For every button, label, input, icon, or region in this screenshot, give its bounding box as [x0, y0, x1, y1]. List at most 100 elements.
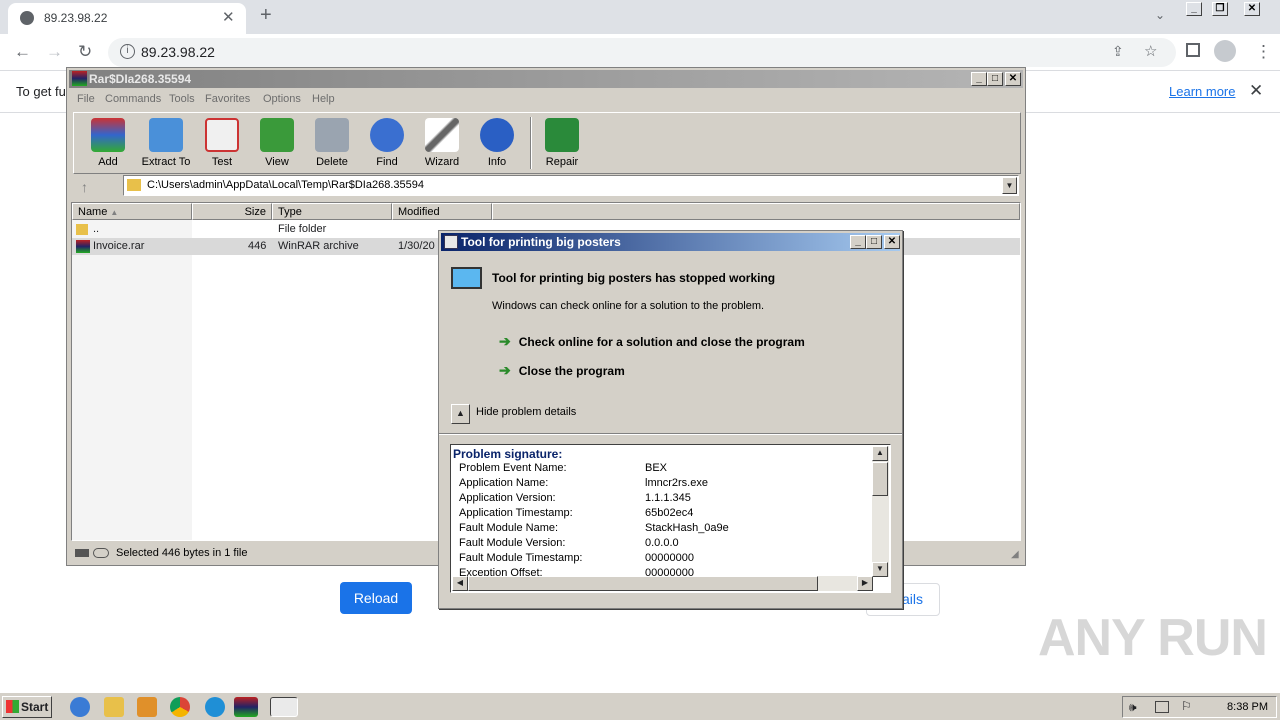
toolbar-separator — [530, 117, 532, 169]
close-icon[interactable]: ✕ — [1005, 72, 1021, 86]
winrar-taskbar-icon[interactable] — [234, 697, 258, 717]
menu-help[interactable]: Help — [312, 93, 335, 105]
error-dialog: Tool for printing big posters _ □ ✕ Tool… — [438, 230, 903, 609]
browser-tab[interactable]: 89.23.98.22 ✕ — [8, 3, 246, 34]
poster-tool-taskbar-icon[interactable] — [270, 697, 298, 717]
site-info-icon[interactable]: i — [120, 44, 135, 59]
winrar-titlebar[interactable]: Rar$DIa268.35594 _ □ ✕ — [69, 70, 1023, 88]
close-icon[interactable]: ✕ — [884, 235, 900, 249]
globe-icon — [20, 11, 34, 25]
network-icon[interactable] — [1155, 701, 1169, 713]
restore-icon[interactable]: ❐ — [1212, 2, 1228, 16]
add-button[interactable]: Add — [80, 116, 136, 172]
infobar-close-icon[interactable]: ✕ — [1249, 81, 1263, 101]
repair-button[interactable]: Repair — [534, 116, 590, 172]
tab-search-chevron-icon[interactable]: ⌄ — [1155, 8, 1165, 22]
problem-details-box[interactable]: Problem signature: Problem Event Name: BE… — [450, 444, 891, 593]
flag-icon[interactable]: ⚐ — [1181, 699, 1192, 713]
horizontal-scrollbar[interactable]: ◀ ▶ — [452, 576, 873, 591]
scroll-down-icon[interactable]: ▼ — [872, 562, 888, 577]
scroll-thumb-horizontal[interactable] — [468, 576, 818, 591]
error-heading: Tool for printing big posters has stoppe… — [492, 271, 776, 285]
volume-icon[interactable]: 🕪 — [1129, 700, 1137, 715]
scroll-thumb[interactable] — [872, 462, 888, 496]
scroll-right-icon[interactable]: ▶ — [857, 576, 873, 591]
test-button[interactable]: Test — [194, 116, 250, 172]
learn-more-link[interactable]: Learn more — [1169, 84, 1235, 99]
close-program-option[interactable]: ➔ Close the program — [499, 362, 625, 379]
column-header-name[interactable]: Name ▲ — [72, 203, 192, 220]
column-header-modified[interactable]: Modified — [392, 203, 492, 220]
extract-to-button[interactable]: Extract To — [138, 116, 194, 172]
extract-icon — [149, 118, 183, 152]
scroll-left-icon[interactable]: ◀ — [452, 576, 468, 591]
detail-value: 1.1.1.345 — [645, 492, 691, 504]
dropdown-arrow-icon[interactable]: ▼ — [1002, 177, 1017, 194]
browser-tab-strip: 89.23.98.22 ✕ + ⌄ _ ❐ ✕ — [0, 0, 1280, 34]
status-text: Selected 446 bytes in 1 file — [116, 547, 248, 559]
menu-tools[interactable]: Tools — [169, 93, 195, 105]
toggle-details-button[interactable]: ▲ — [451, 404, 470, 424]
profile-avatar[interactable] — [1214, 40, 1236, 62]
edge-icon[interactable] — [205, 697, 225, 717]
path-combobox[interactable]: C:\Users\admin\AppData\Local\Temp\Rar$DI… — [123, 175, 1019, 196]
dialog-titlebar[interactable]: Tool for printing big posters _ □ ✕ — [441, 233, 900, 251]
wizard-button[interactable]: Wizard — [414, 116, 470, 172]
column-header-size[interactable]: Size — [192, 203, 272, 220]
reload-icon[interactable]: ↻ — [78, 42, 92, 62]
minimize-icon[interactable]: _ — [971, 72, 987, 86]
drive-icon — [75, 549, 89, 557]
scroll-up-icon[interactable]: ▲ — [872, 446, 888, 461]
tab-close-icon[interactable]: ✕ — [222, 8, 235, 26]
detail-key: Application Name: — [459, 477, 549, 489]
key-icon[interactable] — [93, 548, 109, 558]
url-text: 89.23.98.22 — [141, 44, 215, 60]
clock[interactable]: 8:38 PM — [1227, 701, 1268, 713]
forward-icon[interactable]: → — [46, 42, 63, 62]
menu-favorites[interactable]: Favorites — [205, 93, 250, 105]
tab-title: 89.23.98.22 — [44, 11, 108, 25]
chrome-icon[interactable] — [170, 697, 190, 717]
explorer-icon[interactable] — [104, 697, 124, 717]
resize-grip-icon[interactable]: ◢ — [1011, 549, 1019, 560]
find-button[interactable]: Find — [359, 116, 415, 172]
ie-icon[interactable] — [70, 697, 90, 717]
side-panel-icon[interactable] — [1186, 43, 1200, 57]
delete-button[interactable]: Delete — [304, 116, 360, 172]
folder-icon — [127, 179, 141, 191]
test-icon — [205, 118, 239, 152]
view-button[interactable]: View — [249, 116, 305, 172]
reload-button[interactable]: Reload — [340, 582, 412, 614]
app-icon — [444, 235, 458, 249]
detail-value: lmncr2rs.exe — [645, 477, 708, 489]
trash-icon — [315, 118, 349, 152]
bookmark-star-icon[interactable]: ☆ — [1144, 42, 1157, 60]
minimize-icon[interactable]: _ — [850, 235, 866, 249]
menu-options[interactable]: Options — [263, 93, 301, 105]
close-window-icon[interactable]: ✕ — [1244, 2, 1260, 16]
back-icon[interactable]: ← — [14, 42, 31, 62]
detail-key: Problem Event Name: — [459, 462, 567, 474]
maximize-icon[interactable]: □ — [987, 72, 1003, 86]
more-menu-icon[interactable]: ⋮ — [1255, 42, 1272, 62]
share-icon[interactable]: ⇪ — [1112, 43, 1124, 60]
menu-commands[interactable]: Commands — [105, 93, 161, 105]
vertical-scrollbar[interactable]: ▲ ▼ — [872, 446, 889, 577]
detail-key: Application Timestamp: — [459, 507, 573, 519]
minimize-icon[interactable]: _ — [1186, 2, 1202, 16]
up-folder-icon[interactable]: ↑ — [81, 179, 88, 195]
menu-file[interactable]: File — [77, 93, 95, 105]
check-online-option[interactable]: ➔ Check online for a solution and close t… — [499, 333, 805, 350]
add-icon — [91, 118, 125, 152]
detail-key: Application Version: — [459, 492, 556, 504]
media-player-icon[interactable] — [137, 697, 157, 717]
new-tab-button[interactable]: + — [260, 4, 272, 27]
detail-value: BEX — [645, 462, 668, 474]
info-button[interactable]: Info — [469, 116, 525, 172]
winrar-pathbar: ↑ C:\Users\admin\AppData\Local\Temp\Rar$… — [73, 175, 1021, 199]
path-text: C:\Users\admin\AppData\Local\Temp\Rar$DI… — [147, 179, 424, 191]
maximize-icon[interactable]: □ — [866, 235, 882, 249]
start-button[interactable]: Start — [2, 696, 52, 718]
address-bar[interactable]: i 89.23.98.22 ⇪ ☆ — [108, 38, 1176, 67]
column-header-type[interactable]: Type — [272, 203, 392, 220]
